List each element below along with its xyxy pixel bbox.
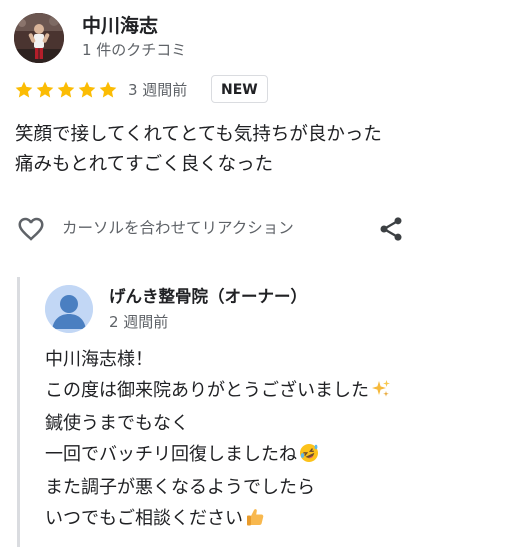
react-hover-label[interactable]: カーソルを合わせてリアクション <box>62 217 294 239</box>
reply-line: いつでもご相談ください <box>45 504 391 538</box>
review-time: 3 週間前 <box>128 81 188 99</box>
review-text-line: 笑顔で接してくれてとても気持ちが良かった <box>15 124 382 145</box>
owner-name: げんき整骨院（オーナー） <box>109 287 307 306</box>
rolling-laughing-emoji-icon <box>299 443 319 474</box>
star-rating <box>14 78 118 102</box>
review-text-line: 痛みもとれてすごく良くなった <box>15 154 274 175</box>
owner-avatar <box>45 285 93 333</box>
reply-line: 鍼使うまでもなく <box>45 413 189 434</box>
star-icon <box>77 80 97 100</box>
star-icon <box>35 80 55 100</box>
review-card: 中川海志 1 件のクチコミ 3 週間前 NEW 笑顔で接してくれてとても気持ちが… <box>0 0 507 559</box>
owner-reply: げんき整骨院（オーナー） 2 週間前 中川海志様！ この度は御来院ありがとうござ… <box>17 277 500 547</box>
share-icon[interactable] <box>377 215 405 243</box>
star-icon <box>98 80 118 100</box>
new-badge: NEW <box>211 75 268 103</box>
reaction-row: カーソルを合わせてリアクション <box>15 211 495 247</box>
review-text: 笑顔で接してくれてとても気持ちが良かった 痛みもとれてすごく良くなった <box>15 120 495 180</box>
reply-line: 中川海志様！ <box>45 349 153 370</box>
owner-reply-time: 2 週間前 <box>109 313 169 331</box>
star-icon <box>56 80 76 100</box>
reviewer-avatar[interactable] <box>14 13 64 63</box>
reviewer-name[interactable]: 中川海志 <box>82 14 158 38</box>
reply-line: また調子が悪くなるようでしたら <box>45 477 315 498</box>
reply-line: 一回でバッチリ回復しましたね <box>45 440 391 474</box>
reply-line: この度は御来院ありがとうございました <box>45 376 391 410</box>
star-icon <box>14 80 34 100</box>
heart-outline-icon[interactable] <box>15 214 47 244</box>
owner-reply-text: 中川海志様！ この度は御来院ありがとうございました 鍼使うまでもなく 一回でバッ… <box>45 345 391 537</box>
reviewer-review-count[interactable]: 1 件のクチコミ <box>82 40 186 60</box>
sparkles-emoji-icon <box>371 379 391 410</box>
thumbs-up-emoji-icon <box>245 507 265 538</box>
